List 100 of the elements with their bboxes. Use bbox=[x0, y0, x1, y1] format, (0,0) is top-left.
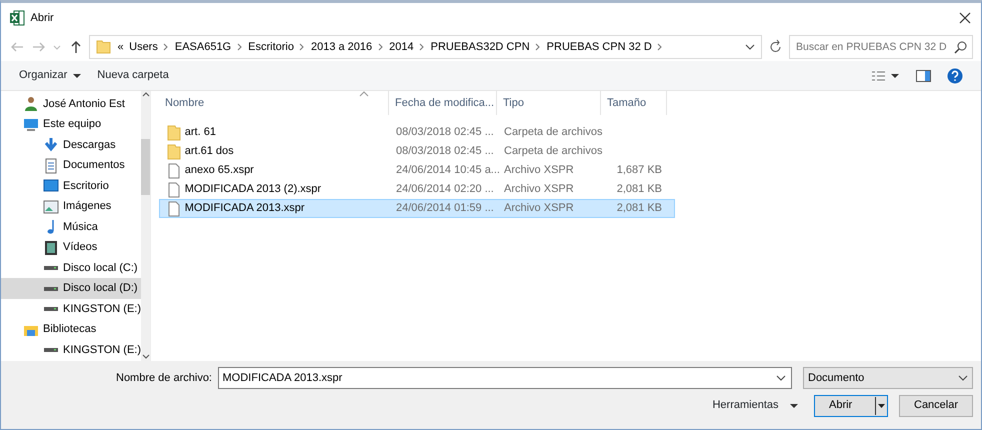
drive-icon bbox=[43, 286, 59, 292]
file-row[interactable]: MODIFICADA 2013.xspr 24/06/2014 01:59 ... Archivo XSPR 2,081 KB bbox=[159, 199, 675, 218]
close-icon bbox=[957, 10, 973, 26]
file-row[interactable]: anexo 65.xspr 24/06/2014 10:45 a... Archivo XSPR 1,687 KB bbox=[159, 161, 675, 180]
file-icon bbox=[166, 200, 182, 216]
tools-menu-button[interactable]: Herramientas bbox=[712, 397, 798, 414]
file-size: 2,081 KB bbox=[616, 183, 662, 196]
dropdown-chevron-icon bbox=[745, 43, 755, 51]
new-folder-button[interactable]: Nueva carpeta bbox=[97, 67, 169, 84]
file-row[interactable]: art. 61 08/03/2018 02:45 ... Carpeta de archivos bbox=[159, 123, 675, 142]
film-icon bbox=[43, 240, 59, 256]
chevron-right-icon bbox=[419, 43, 426, 51]
file-icon bbox=[166, 162, 182, 178]
breadcrumb-item[interactable]: « bbox=[118, 38, 124, 56]
download-arrow-icon bbox=[43, 137, 59, 153]
scrollbar[interactable] bbox=[141, 91, 150, 361]
chevron-right-icon bbox=[163, 43, 170, 51]
drive-icon bbox=[43, 265, 59, 271]
chevron-right-icon bbox=[535, 43, 542, 51]
breadcrumb-item[interactable]: 2013 a 2016 bbox=[310, 38, 372, 56]
file-type: Archivo XSPR bbox=[503, 163, 575, 178]
file-row[interactable]: art.61 dos 08/03/2018 02:45 ... Carpeta de archivos bbox=[159, 142, 675, 161]
file-type-dropdown[interactable]: Documento bbox=[803, 367, 973, 389]
spreadsheet-app-icon bbox=[9, 10, 25, 26]
chevron-right-icon bbox=[378, 43, 384, 51]
help-icon bbox=[947, 68, 963, 84]
image-icon bbox=[43, 198, 59, 214]
file-row[interactable]: MODIFICADA 2013 (2).xspr 24/06/2014 02:20 ... Archivo XSPR 2,081 KB bbox=[159, 180, 675, 199]
sidebar-item[interactable]: Disco local (C:) bbox=[1, 258, 142, 278]
chevron-right-icon bbox=[657, 43, 664, 51]
drive-icon bbox=[43, 306, 59, 312]
file-type: Carpeta de archivos bbox=[503, 125, 602, 140]
computer-icon bbox=[23, 116, 39, 132]
caret-icon bbox=[875, 396, 887, 414]
dropdown-chevron-icon bbox=[52, 43, 62, 51]
file-name: MODIFICADA 2013.xspr bbox=[184, 201, 305, 216]
caret-icon bbox=[72, 74, 81, 78]
modified-date: 08/03/2018 02:45 ... bbox=[395, 125, 495, 140]
open-split-button[interactable]: Abrir bbox=[814, 394, 888, 416]
file-type: Carpeta de archivos bbox=[503, 144, 602, 160]
caret-icon bbox=[891, 74, 899, 78]
preview-pane-icon bbox=[916, 70, 930, 82]
organize-menu-button[interactable]: Organizar bbox=[19, 67, 81, 84]
filename-field[interactable]: MODIFICADA 2013.xspr bbox=[218, 367, 792, 389]
filename-label: Nombre de archivo: bbox=[116, 370, 212, 386]
sidebar-item[interactable]: KINGSTON (E:) bbox=[1, 340, 142, 360]
desktop-icon bbox=[43, 178, 59, 194]
file-type: Archivo XSPR bbox=[503, 182, 575, 198]
document-icon bbox=[43, 158, 59, 174]
modified-date: 24/06/2014 02:20 ... bbox=[395, 182, 495, 198]
dropdown-chevron-icon bbox=[958, 374, 968, 382]
file-name: MODIFICADA 2013 (2).xspr bbox=[184, 182, 322, 198]
file-size: 2,081 KB bbox=[616, 202, 662, 214]
file-name: art. 61 bbox=[184, 125, 216, 140]
column-header[interactable]: Fecha de modifica... bbox=[389, 91, 497, 115]
sidebar-item[interactable]: Imágenes bbox=[1, 196, 142, 217]
modified-date: 08/03/2018 02:45 ... bbox=[395, 144, 495, 160]
caret-icon bbox=[790, 404, 798, 408]
address-bar[interactable]: « Users EASA651G Escritorio 2013 a 2016 2014 PRUEBAS32D CPN PRUEBAS CPN 32 D bbox=[89, 35, 762, 59]
file-name: anexo 65.xspr bbox=[184, 163, 254, 178]
file-size: 1,687 KB bbox=[616, 164, 662, 176]
column-header[interactable]: Tipo bbox=[497, 91, 601, 115]
sidebar-item[interactable]: Música bbox=[1, 216, 142, 238]
user-icon bbox=[23, 96, 39, 112]
sidebar-item[interactable]: Disco local (D:) bbox=[1, 278, 142, 299]
file-name: art.61 dos bbox=[184, 144, 234, 160]
folder-icon bbox=[96, 39, 112, 55]
sidebar-item[interactable]: Este equipo bbox=[1, 114, 142, 135]
breadcrumb-item[interactable]: PRUEBAS32D CPN bbox=[430, 38, 530, 56]
scroll-down-icon bbox=[142, 353, 150, 361]
sidebar-item[interactable]: KINGSTON (E:) bbox=[1, 298, 142, 320]
sidebar-item[interactable]: Vídeos bbox=[1, 237, 142, 258]
modified-date: 24/06/2014 10:45 a... bbox=[395, 163, 498, 178]
scroll-up-icon bbox=[142, 91, 150, 99]
sidebar-item[interactable]: Bibliotecas bbox=[1, 319, 142, 340]
folder-icon bbox=[166, 124, 182, 140]
search-field[interactable]: Buscar en PRUEBAS CPN 32 D bbox=[789, 35, 973, 59]
breadcrumb-item[interactable]: PRUEBAS CPN 32 D bbox=[546, 38, 652, 56]
drive-icon bbox=[43, 347, 59, 353]
folder-icon bbox=[166, 144, 182, 160]
breadcrumb-item[interactable]: Users bbox=[129, 38, 158, 56]
breadcrumb-item[interactable]: Escritorio bbox=[248, 38, 294, 56]
breadcrumb-item[interactable]: 2014 bbox=[389, 38, 414, 56]
window-title: Abrir bbox=[30, 10, 54, 26]
chevron-right-icon bbox=[236, 43, 243, 51]
breadcrumb-item[interactable]: EASA651G bbox=[174, 38, 232, 56]
dropdown-chevron-icon bbox=[776, 374, 786, 382]
cancel-button[interactable]: Cancelar bbox=[899, 394, 973, 416]
scrollbar-thumb[interactable] bbox=[141, 139, 150, 195]
refresh-icon bbox=[768, 39, 784, 55]
sidebar-item[interactable]: Documentos bbox=[1, 155, 142, 176]
sidebar-item[interactable]: José Antonio Est bbox=[1, 94, 142, 114]
sidebar-item[interactable]: Escritorio bbox=[1, 176, 142, 196]
column-header[interactable]: Tamaño bbox=[601, 91, 667, 115]
chevron-right-icon bbox=[299, 43, 306, 51]
modified-date: 24/06/2014 01:59 ... bbox=[395, 201, 495, 216]
column-header[interactable]: Nombre bbox=[159, 91, 389, 115]
search-icon bbox=[953, 40, 967, 54]
sort-up-icon bbox=[359, 91, 369, 97]
sidebar-item[interactable]: Descargas bbox=[1, 134, 142, 156]
